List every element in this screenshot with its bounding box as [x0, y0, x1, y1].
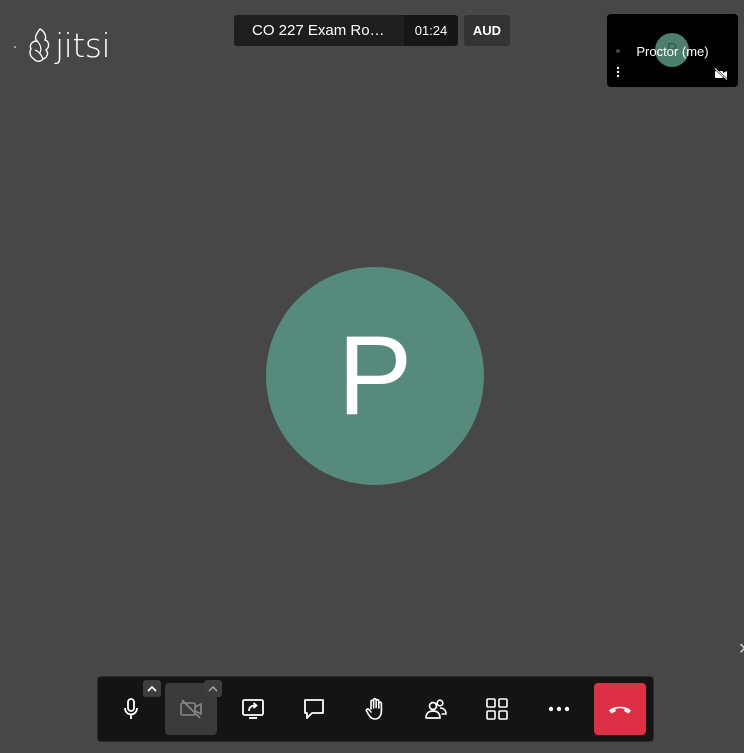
participants-icon: [425, 699, 447, 719]
jitsi-mark-icon: [29, 28, 50, 62]
toolbar: [97, 676, 654, 742]
self-name-label: Proctor (me): [636, 44, 709, 59]
microphone-options-button[interactable]: [143, 680, 161, 697]
meeting-timer: 01:24: [404, 15, 458, 46]
logo-text: jitsi: [55, 25, 111, 65]
camera-options-button[interactable]: [204, 680, 222, 697]
hangup-icon: [609, 706, 631, 714]
self-view-thumbnail[interactable]: P Proctor (me): [607, 14, 738, 87]
chevron-up-icon: [208, 686, 218, 692]
close-icon[interactable]: ✕: [738, 639, 744, 658]
kebab-menu-icon[interactable]: [615, 66, 621, 78]
microphone-icon: [124, 698, 138, 719]
logo-dot: [14, 46, 16, 48]
share-screen-icon: [242, 699, 264, 719]
audio-only-badge[interactable]: AUD: [464, 15, 510, 46]
meeting-title: CO 227 Exam Ro…: [234, 15, 404, 46]
more-actions-button[interactable]: [533, 683, 585, 735]
more-icon: [548, 706, 570, 712]
participant-avatar: P: [266, 267, 484, 485]
participants-button[interactable]: [410, 683, 462, 735]
chevron-up-icon: [147, 685, 157, 692]
chat-icon: [304, 699, 324, 719]
hangup-button[interactable]: [594, 683, 646, 735]
jitsi-logo[interactable]: jitsi: [14, 25, 111, 65]
tile-view-icon: [486, 698, 508, 720]
raise-hand-icon: [365, 697, 383, 720]
camera-off-icon: [180, 699, 202, 719]
tile-view-button[interactable]: [471, 683, 523, 735]
camera-off-indicator-icon: [714, 68, 728, 80]
chat-button[interactable]: [288, 683, 340, 735]
raise-hand-button[interactable]: [349, 683, 401, 735]
meeting-subject: CO 227 Exam Ro… 01:24: [234, 15, 458, 46]
share-screen-button[interactable]: [227, 683, 279, 735]
